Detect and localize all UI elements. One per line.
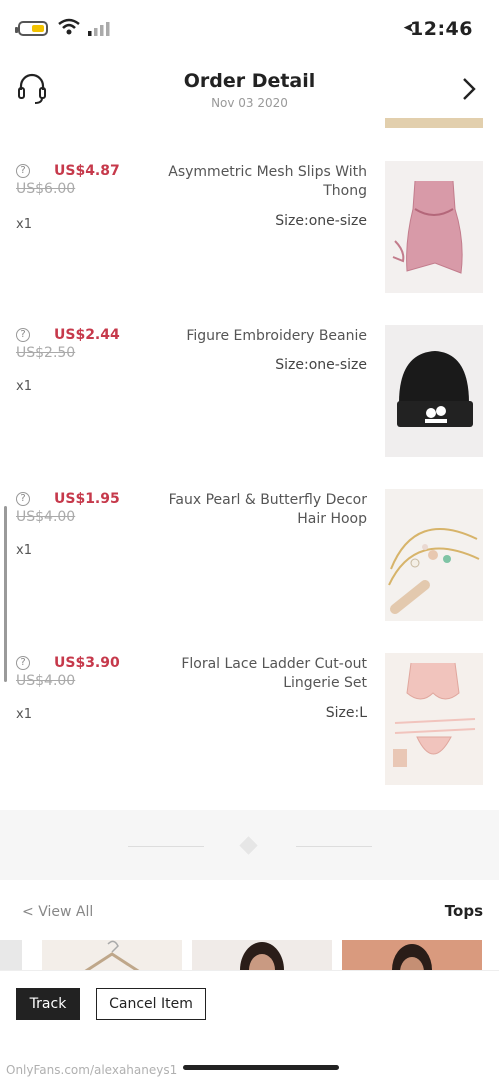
chevron-back-icon[interactable] <box>461 76 477 102</box>
cellular-signal-icon <box>88 22 110 36</box>
battery-icon <box>15 21 48 36</box>
original-price: US$6.00 <box>16 181 76 197</box>
product-name[interactable]: Asymmetric Mesh Slips With Thong <box>157 163 367 201</box>
sale-price: US$3.90 <box>54 655 120 671</box>
recommended-product-image[interactable] <box>42 940 182 972</box>
recommended-product-image[interactable] <box>192 940 332 972</box>
order-item[interactable]: Figure Embroidery Beanie Size:one-size ?… <box>0 325 499 457</box>
order-date: Nov 03 2020 <box>211 96 288 110</box>
status-bar: ➤ 12:46 <box>0 0 499 60</box>
recommended-product-image[interactable] <box>0 940 22 972</box>
status-time: 12:46 <box>410 18 473 40</box>
product-name[interactable]: Figure Embroidery Beanie <box>157 327 367 346</box>
recommended-product-image[interactable] <box>342 940 482 972</box>
product-image[interactable] <box>385 161 483 293</box>
watermark: OnlyFans.com/alexahaneys1 <box>6 1063 178 1077</box>
original-price: US$4.00 <box>16 509 76 525</box>
cancel-item-button[interactable]: Cancel Item <box>96 988 206 1020</box>
product-image[interactable] <box>385 489 483 621</box>
page-title: Order Detail <box>183 70 316 92</box>
product-name[interactable]: Faux Pearl & Butterfly Decor Hair Hoop <box>157 491 367 529</box>
divider-line <box>296 846 372 847</box>
view-all-label: View All <box>38 904 94 920</box>
order-item[interactable]: Floral Lace Ladder Cut-out Lingerie Set … <box>0 653 499 785</box>
sale-price: US$4.87 <box>54 163 120 179</box>
quantity: x1 <box>16 707 32 722</box>
section-title: Tops <box>444 902 483 920</box>
divider-line <box>128 846 204 847</box>
header: Order Detail Nov 03 2020 <box>0 60 499 120</box>
help-icon[interactable]: ? <box>16 656 30 670</box>
original-price: US$2.50 <box>16 345 76 361</box>
help-icon[interactable]: ? <box>16 328 30 342</box>
product-image[interactable] <box>385 653 483 785</box>
order-item[interactable]: Asymmetric Mesh Slips With Thong Size:on… <box>0 161 499 293</box>
recommendation-header: < View All Tops <box>0 902 499 926</box>
product-size: Size:one-size <box>275 213 367 229</box>
quantity: x1 <box>16 543 32 558</box>
help-icon[interactable]: ? <box>16 164 30 178</box>
scrollbar[interactable] <box>4 506 7 682</box>
chevron-left-icon: < <box>22 904 39 920</box>
home-indicator[interactable] <box>183 1065 339 1070</box>
original-price: US$4.00 <box>16 673 76 689</box>
view-all-link[interactable]: < View All <box>22 904 93 920</box>
quantity: x1 <box>16 379 32 394</box>
order-item[interactable]: Faux Pearl & Butterfly Decor Hair Hoop ?… <box>0 489 499 621</box>
quantity: x1 <box>16 217 32 232</box>
previous-item-thumbnail-edge <box>385 118 483 128</box>
product-name[interactable]: Floral Lace Ladder Cut-out Lingerie Set <box>157 655 367 693</box>
product-image[interactable] <box>385 325 483 457</box>
product-size: Size:one-size <box>275 357 367 373</box>
wifi-icon <box>58 18 80 35</box>
help-icon[interactable]: ? <box>16 492 30 506</box>
recommendation-carousel[interactable] <box>0 940 499 972</box>
track-button[interactable]: Track <box>16 988 80 1020</box>
bottom-action-bar: Track Cancel Item OnlyFans.com/alexahane… <box>0 970 499 1081</box>
product-size: Size:L <box>325 705 367 721</box>
sale-price: US$2.44 <box>54 327 120 343</box>
sale-price: US$1.95 <box>54 491 120 507</box>
